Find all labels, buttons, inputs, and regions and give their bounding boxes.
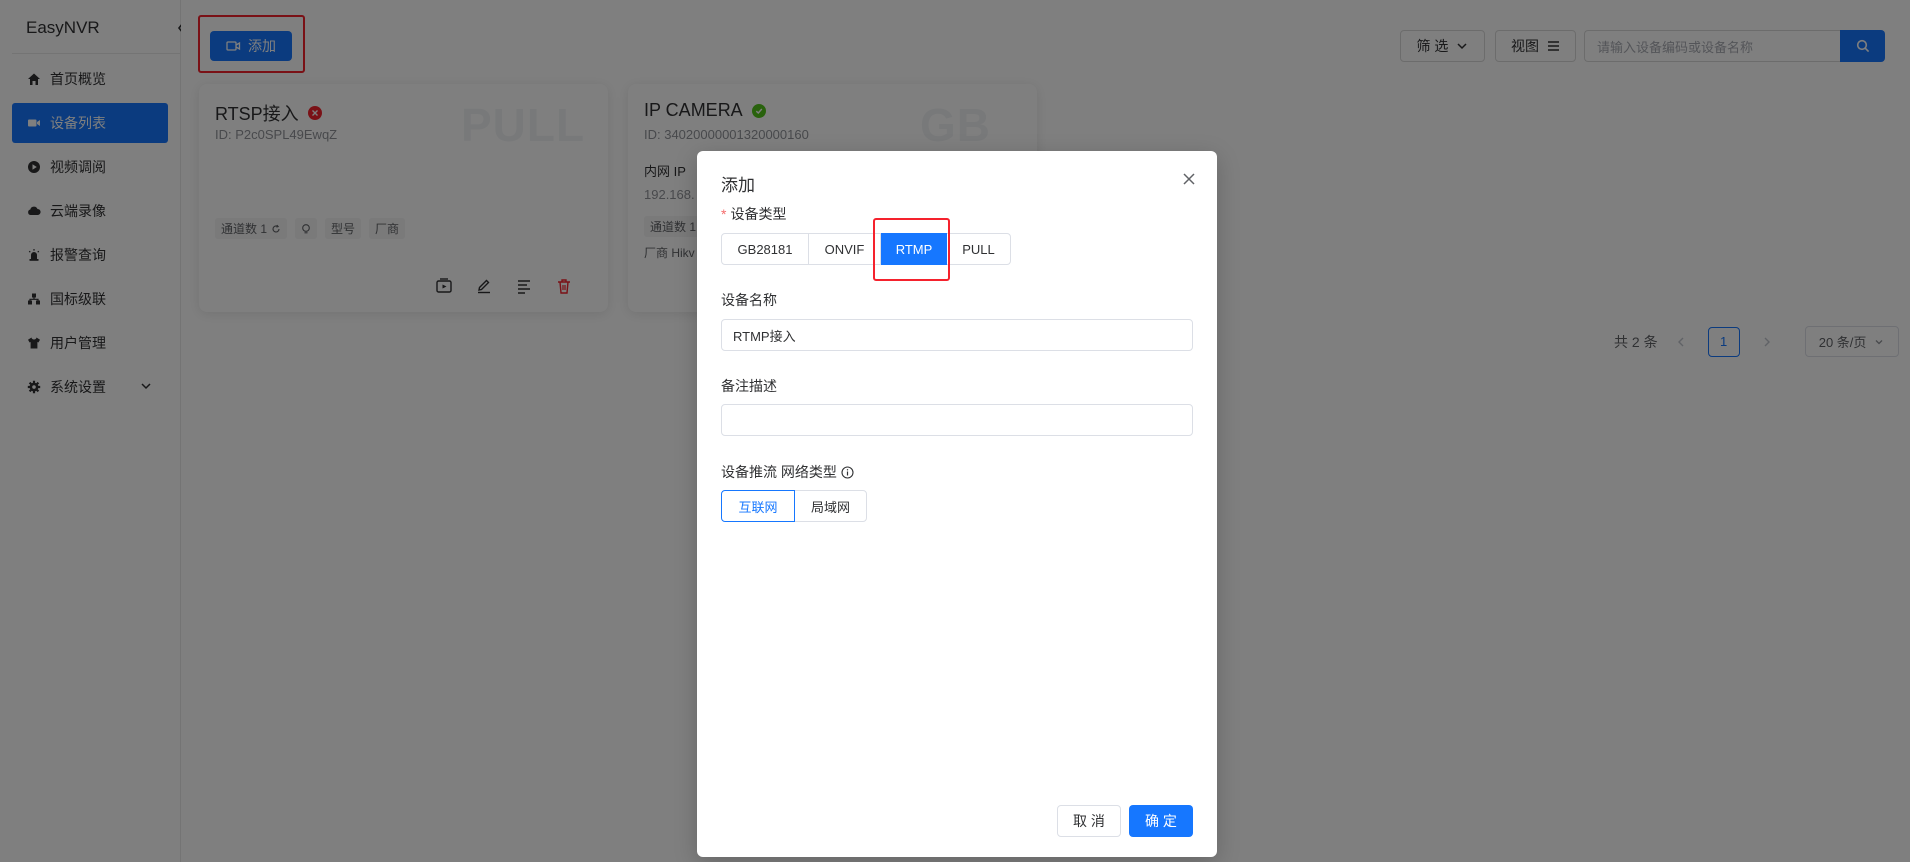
- network-type-label: 设备推流 网络类型: [721, 462, 854, 482]
- close-icon[interactable]: [1181, 171, 1197, 187]
- device-type-label: * 设备类型: [721, 204, 786, 224]
- network-type-selector: 互联网 局域网: [721, 490, 867, 522]
- remark-label: 备注描述: [721, 378, 777, 394]
- required-mark: *: [721, 206, 727, 222]
- confirm-button[interactable]: 确 定: [1129, 805, 1193, 837]
- device-type-text: 设备类型: [730, 206, 787, 222]
- dialog-title: 添加: [721, 176, 755, 195]
- device-name-input[interactable]: RTMP接入: [721, 319, 1193, 351]
- device-name-label: 设备名称: [721, 292, 777, 308]
- type-option-rtmp[interactable]: RTMP: [881, 233, 947, 265]
- network-option-internet[interactable]: 互联网: [721, 490, 795, 522]
- device-type-selector: GB28181 ONVIF RTMP PULL: [721, 233, 1011, 265]
- type-option-pull[interactable]: PULL: [946, 233, 1011, 265]
- type-option-gb28181[interactable]: GB28181: [721, 233, 809, 265]
- info-icon[interactable]: [841, 466, 854, 479]
- cancel-button[interactable]: 取 消: [1057, 805, 1121, 837]
- network-option-lan[interactable]: 局域网: [794, 490, 867, 522]
- type-option-onvif[interactable]: ONVIF: [808, 233, 881, 265]
- add-device-dialog: 添加 * 设备类型 GB28181 ONVIF RTMP PULL 设备名称 RT…: [697, 151, 1217, 857]
- network-type-text: 设备推流 网络类型: [721, 464, 837, 480]
- remark-input[interactable]: [721, 404, 1193, 436]
